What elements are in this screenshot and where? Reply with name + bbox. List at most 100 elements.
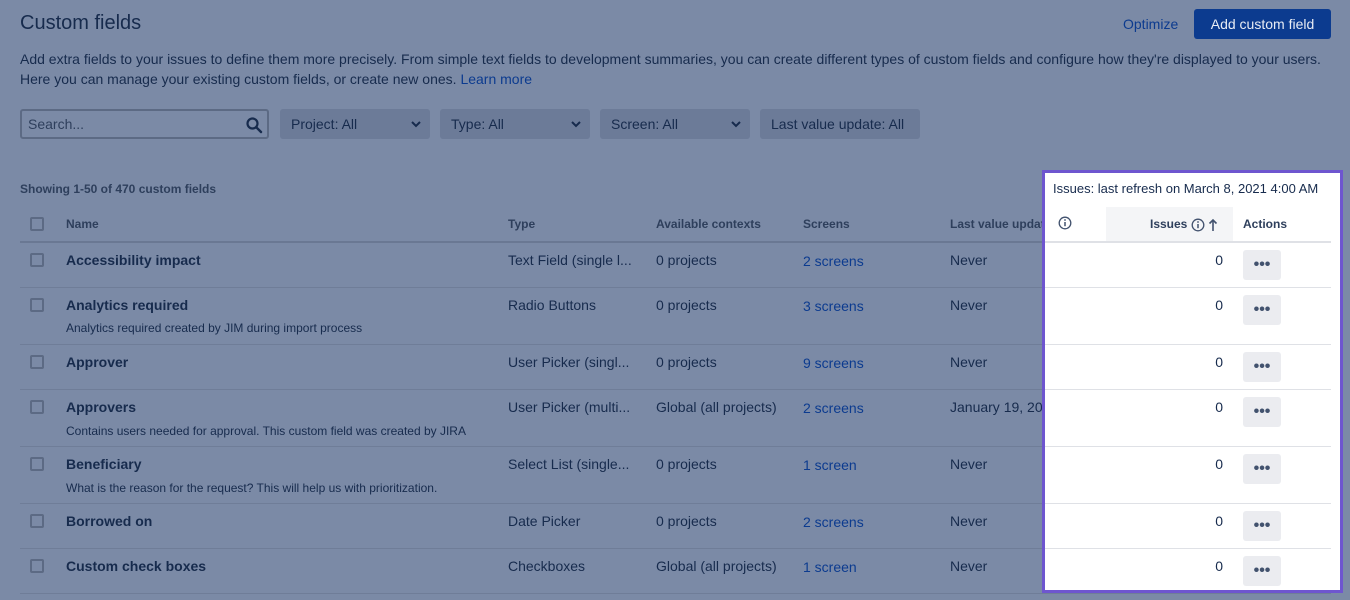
sort-ascending-icon[interactable] [1208, 218, 1218, 232]
issue-count: 0 [1215, 354, 1223, 370]
spotlight-row-divider [1045, 548, 1331, 549]
issue-count: 0 [1215, 297, 1223, 313]
spotlight-row-divider [1045, 287, 1331, 288]
column-header-contexts[interactable]: Available contexts [656, 217, 761, 231]
page-description: Add extra fields to your issues to defin… [20, 49, 1330, 89]
last-value-filter-label: Last value update: All [771, 116, 905, 132]
select-all-checkbox[interactable] [30, 217, 44, 231]
chevron-down-icon [411, 121, 421, 128]
more-actions-button[interactable]: ••• [1243, 454, 1281, 484]
field-screens-link[interactable]: 9 screens [803, 355, 864, 371]
field-contexts: 0 projects [656, 252, 717, 268]
last-value-update-filter[interactable]: Last value update: All [760, 109, 920, 139]
field-contexts: 0 projects [656, 456, 717, 472]
field-name[interactable]: Custom check boxes [66, 558, 206, 574]
field-last-value: Never [950, 513, 988, 529]
field-name[interactable]: Beneficiary [66, 456, 141, 472]
field-name[interactable]: Borrowed on [66, 513, 152, 529]
more-actions-button[interactable]: ••• [1243, 511, 1281, 541]
type-filter-label: Type: All [451, 116, 504, 132]
field-type: Select List (single... [508, 456, 630, 472]
add-custom-field-button[interactable]: Add custom field [1194, 9, 1331, 39]
field-contexts: Global (all projects) [656, 399, 777, 415]
field-last-value: Never [950, 456, 988, 472]
field-name[interactable]: Analytics required [66, 297, 188, 313]
field-type: Text Field (single l... [508, 252, 632, 268]
search-icon[interactable] [245, 116, 263, 134]
more-actions-button[interactable]: ••• [1243, 397, 1281, 427]
field-screens-link[interactable]: 1 screen [803, 457, 857, 473]
page-title: Custom fields [20, 12, 142, 34]
type-filter[interactable]: Type: All [440, 109, 590, 139]
field-contexts: 0 projects [656, 297, 717, 313]
issue-count: 0 [1215, 558, 1223, 574]
field-name[interactable]: Accessibility impact [66, 252, 201, 268]
row-checkbox[interactable] [30, 457, 44, 471]
field-type: User Picker (multi... [508, 399, 631, 415]
field-type: Date Picker [508, 513, 581, 529]
row-checkbox[interactable] [30, 355, 44, 369]
results-count: Showing 1-50 of 470 custom fields [20, 182, 217, 196]
project-filter-label: Project: All [291, 116, 358, 132]
spotlight-row-divider [1045, 446, 1331, 447]
field-last-value: Never [950, 297, 988, 313]
field-contexts: 0 projects [656, 354, 717, 370]
field-contexts: 0 projects [656, 513, 717, 529]
field-screens-link[interactable]: 3 screens [803, 298, 864, 314]
field-last-value: Never [950, 558, 988, 574]
issue-count: 0 [1215, 456, 1223, 472]
field-screens-link[interactable]: 1 screen [803, 559, 857, 575]
field-name[interactable]: Approvers [66, 399, 136, 415]
field-last-value: Never [950, 354, 988, 370]
more-actions-button[interactable]: ••• [1243, 250, 1281, 280]
column-header-actions: Actions [1243, 217, 1288, 231]
field-screens-link[interactable]: 2 screens [803, 253, 864, 269]
search-input[interactable] [28, 115, 238, 133]
issues-header-label: Issues [1150, 217, 1188, 231]
issue-count: 0 [1215, 399, 1223, 415]
field-type: Checkboxes [508, 558, 586, 574]
issues-last-refresh: Issues: last refresh on March 8, 2021 4:… [1053, 181, 1319, 196]
more-actions-button[interactable]: ••• [1243, 556, 1281, 586]
column-header-last-value[interactable]: Last value update [950, 217, 1051, 231]
screen-filter-label: Screen: All [611, 116, 678, 132]
spotlight-header-divider [1045, 241, 1331, 243]
field-type: User Picker (singl... [508, 354, 630, 370]
issue-count: 0 [1215, 252, 1223, 268]
field-description: Contains users needed for approval. This… [66, 424, 466, 438]
screen-filter[interactable]: Screen: All [600, 109, 750, 139]
field-contexts: Global (all projects) [656, 558, 777, 574]
column-header-issues[interactable]: Issues [1150, 217, 1218, 232]
optimize-link[interactable]: Optimize [1123, 16, 1178, 32]
field-description: Analytics required created by JIM during… [66, 321, 363, 335]
column-header-name[interactable]: Name [66, 217, 99, 231]
info-icon[interactable] [1058, 216, 1072, 230]
chevron-down-icon [731, 121, 741, 128]
learn-more-link[interactable]: Learn more [460, 71, 532, 87]
column-header-screens[interactable]: Screens [803, 217, 850, 231]
field-last-value: Never [950, 252, 988, 268]
description-text: Add extra fields to your issues to defin… [20, 51, 1321, 87]
spotlight-row-divider [1045, 344, 1331, 345]
issue-count: 0 [1215, 513, 1223, 529]
search-box[interactable] [20, 109, 269, 139]
row-checkbox[interactable] [30, 559, 44, 573]
info-icon[interactable] [1191, 218, 1205, 232]
more-actions-button[interactable]: ••• [1243, 352, 1281, 382]
field-screens-link[interactable]: 2 screens [803, 514, 864, 530]
more-actions-button[interactable]: ••• [1243, 295, 1281, 325]
row-checkbox[interactable] [30, 514, 44, 528]
row-checkbox[interactable] [30, 253, 44, 267]
project-filter[interactable]: Project: All [280, 109, 430, 139]
spotlight-row-divider [1045, 389, 1331, 390]
field-screens-link[interactable]: 2 screens [803, 400, 864, 416]
field-type: Radio Buttons [508, 297, 596, 313]
row-checkbox[interactable] [30, 400, 44, 414]
column-header-type[interactable]: Type [508, 217, 535, 231]
row-checkbox[interactable] [30, 298, 44, 312]
chevron-down-icon [571, 121, 581, 128]
row-divider [20, 593, 1331, 594]
field-name[interactable]: Approver [66, 354, 128, 370]
field-description: What is the reason for the request? This… [66, 481, 438, 495]
spotlight-row-divider [1045, 503, 1331, 504]
